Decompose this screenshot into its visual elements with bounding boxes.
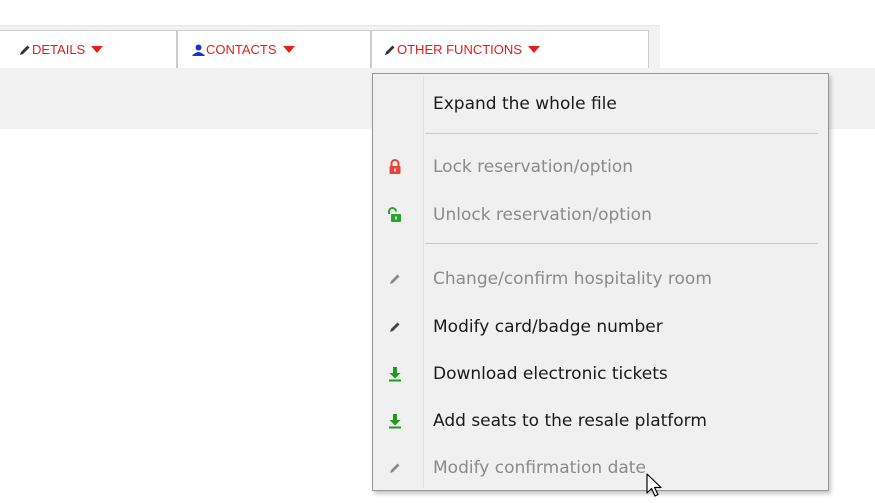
menu-item-unlock-reservation[interactable]: Unlock reservation/option — [375, 198, 826, 232]
tab-details-label: DETAILS — [32, 42, 86, 57]
pencil-icon — [387, 270, 403, 288]
menu-item-label: Add seats to the resale platform — [433, 411, 707, 431]
tab-contacts[interactable]: CONTACTS — [177, 30, 371, 68]
pencil-icon — [387, 318, 403, 336]
lock-icon — [387, 158, 403, 176]
menu-item-lock-reservation[interactable]: Lock reservation/option — [375, 150, 826, 184]
mouse-cursor-icon — [646, 473, 664, 503]
tab-details[interactable]: DETAILS — [0, 30, 177, 68]
menu-item-label: Unlock reservation/option — [433, 205, 652, 225]
user-icon — [192, 44, 205, 56]
chevron-down-icon — [527, 45, 540, 54]
other-functions-menu: Expand the whole file Lock reservation/o… — [372, 73, 829, 491]
menu-item-label: Modify confirmation date — [433, 458, 646, 478]
chevron-down-icon — [91, 45, 104, 54]
unlock-icon — [387, 206, 403, 224]
pencil-icon — [387, 459, 403, 477]
menu-item-label: Modify card/badge number — [433, 317, 663, 337]
menu-item-download-tickets[interactable]: Download electronic tickets — [375, 357, 826, 391]
tab-other-functions[interactable]: OTHER FUNCTIONS — [371, 30, 649, 68]
menu-item-add-seats-resale[interactable]: Add seats to the resale platform — [375, 404, 826, 438]
pencil-icon — [384, 44, 396, 56]
tab-contacts-label: CONTACTS — [206, 42, 277, 57]
tab-other-functions-label: OTHER FUNCTIONS — [397, 42, 522, 57]
menu-item-modify-badge-number[interactable]: Modify card/badge number — [375, 310, 826, 344]
menu-item-label: Expand the whole file — [433, 94, 617, 114]
menu-item-expand-file[interactable]: Expand the whole file — [375, 87, 826, 121]
chevron-down-icon — [282, 45, 295, 54]
menu-item-change-hospitality-room[interactable]: Change/confirm hospitality room — [375, 262, 826, 296]
download-icon — [387, 412, 403, 430]
download-icon — [387, 365, 403, 383]
menu-item-label: Lock reservation/option — [433, 157, 634, 177]
menu-item-modify-confirmation-date[interactable]: Modify confirmation date — [375, 451, 826, 485]
menu-item-label: Change/confirm hospitality room — [433, 269, 712, 289]
menu-separator — [425, 243, 818, 244]
pencil-icon — [19, 44, 31, 56]
menu-separator — [425, 133, 818, 134]
menu-item-label: Download electronic tickets — [433, 364, 668, 384]
